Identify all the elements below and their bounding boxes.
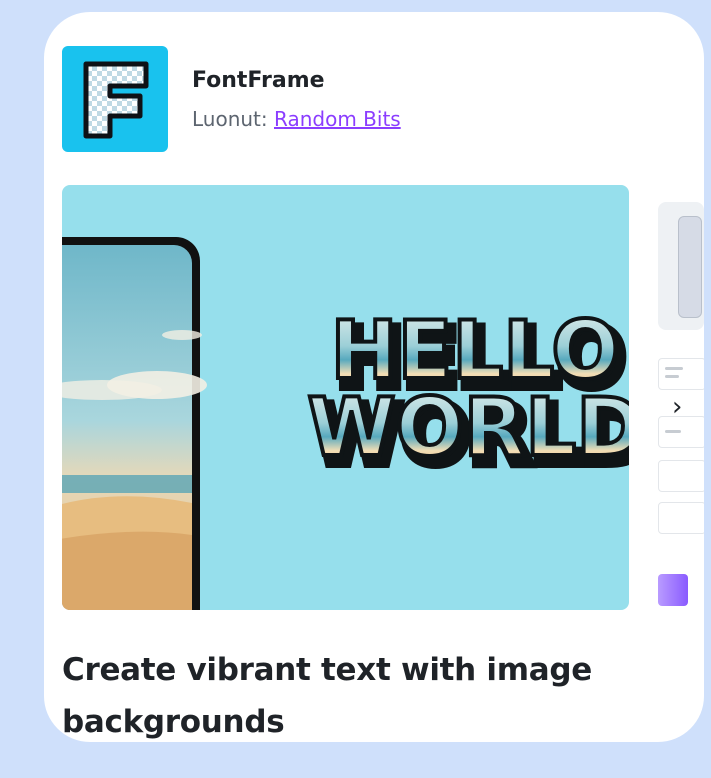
bottle-graphic [678,216,702,318]
tablet-illustration [62,237,207,610]
developer-byline: Luonut: Random Bits [192,107,401,131]
app-description-headline: Create vibrant text with image backgroun… [62,652,592,740]
developer-link[interactable]: Random Bits [274,107,401,131]
thumbnail-row [658,358,704,390]
thumbnail-row [658,502,704,534]
thumbnail-row [658,460,704,492]
app-name: FontFrame [192,68,325,93]
app-logo [62,46,168,152]
chevron-right-icon[interactable]: › [672,394,682,420]
gallery-thumbnail[interactable] [658,202,704,330]
f-logo-icon [83,61,149,139]
app-card: FontFrame Luonut: Random Bits HELLO HELL… [44,12,704,742]
svg-text:WORLD: WORLD [307,381,629,474]
by-label: Luonut: [192,107,268,131]
hello-world-graphic: HELLO HELLO WORLD WORLD [305,302,629,487]
preview-image[interactable]: HELLO HELLO WORLD WORLD [62,185,629,610]
thumbnail-accent [658,574,688,606]
app-header: FontFrame Luonut: Random Bits [62,46,662,156]
